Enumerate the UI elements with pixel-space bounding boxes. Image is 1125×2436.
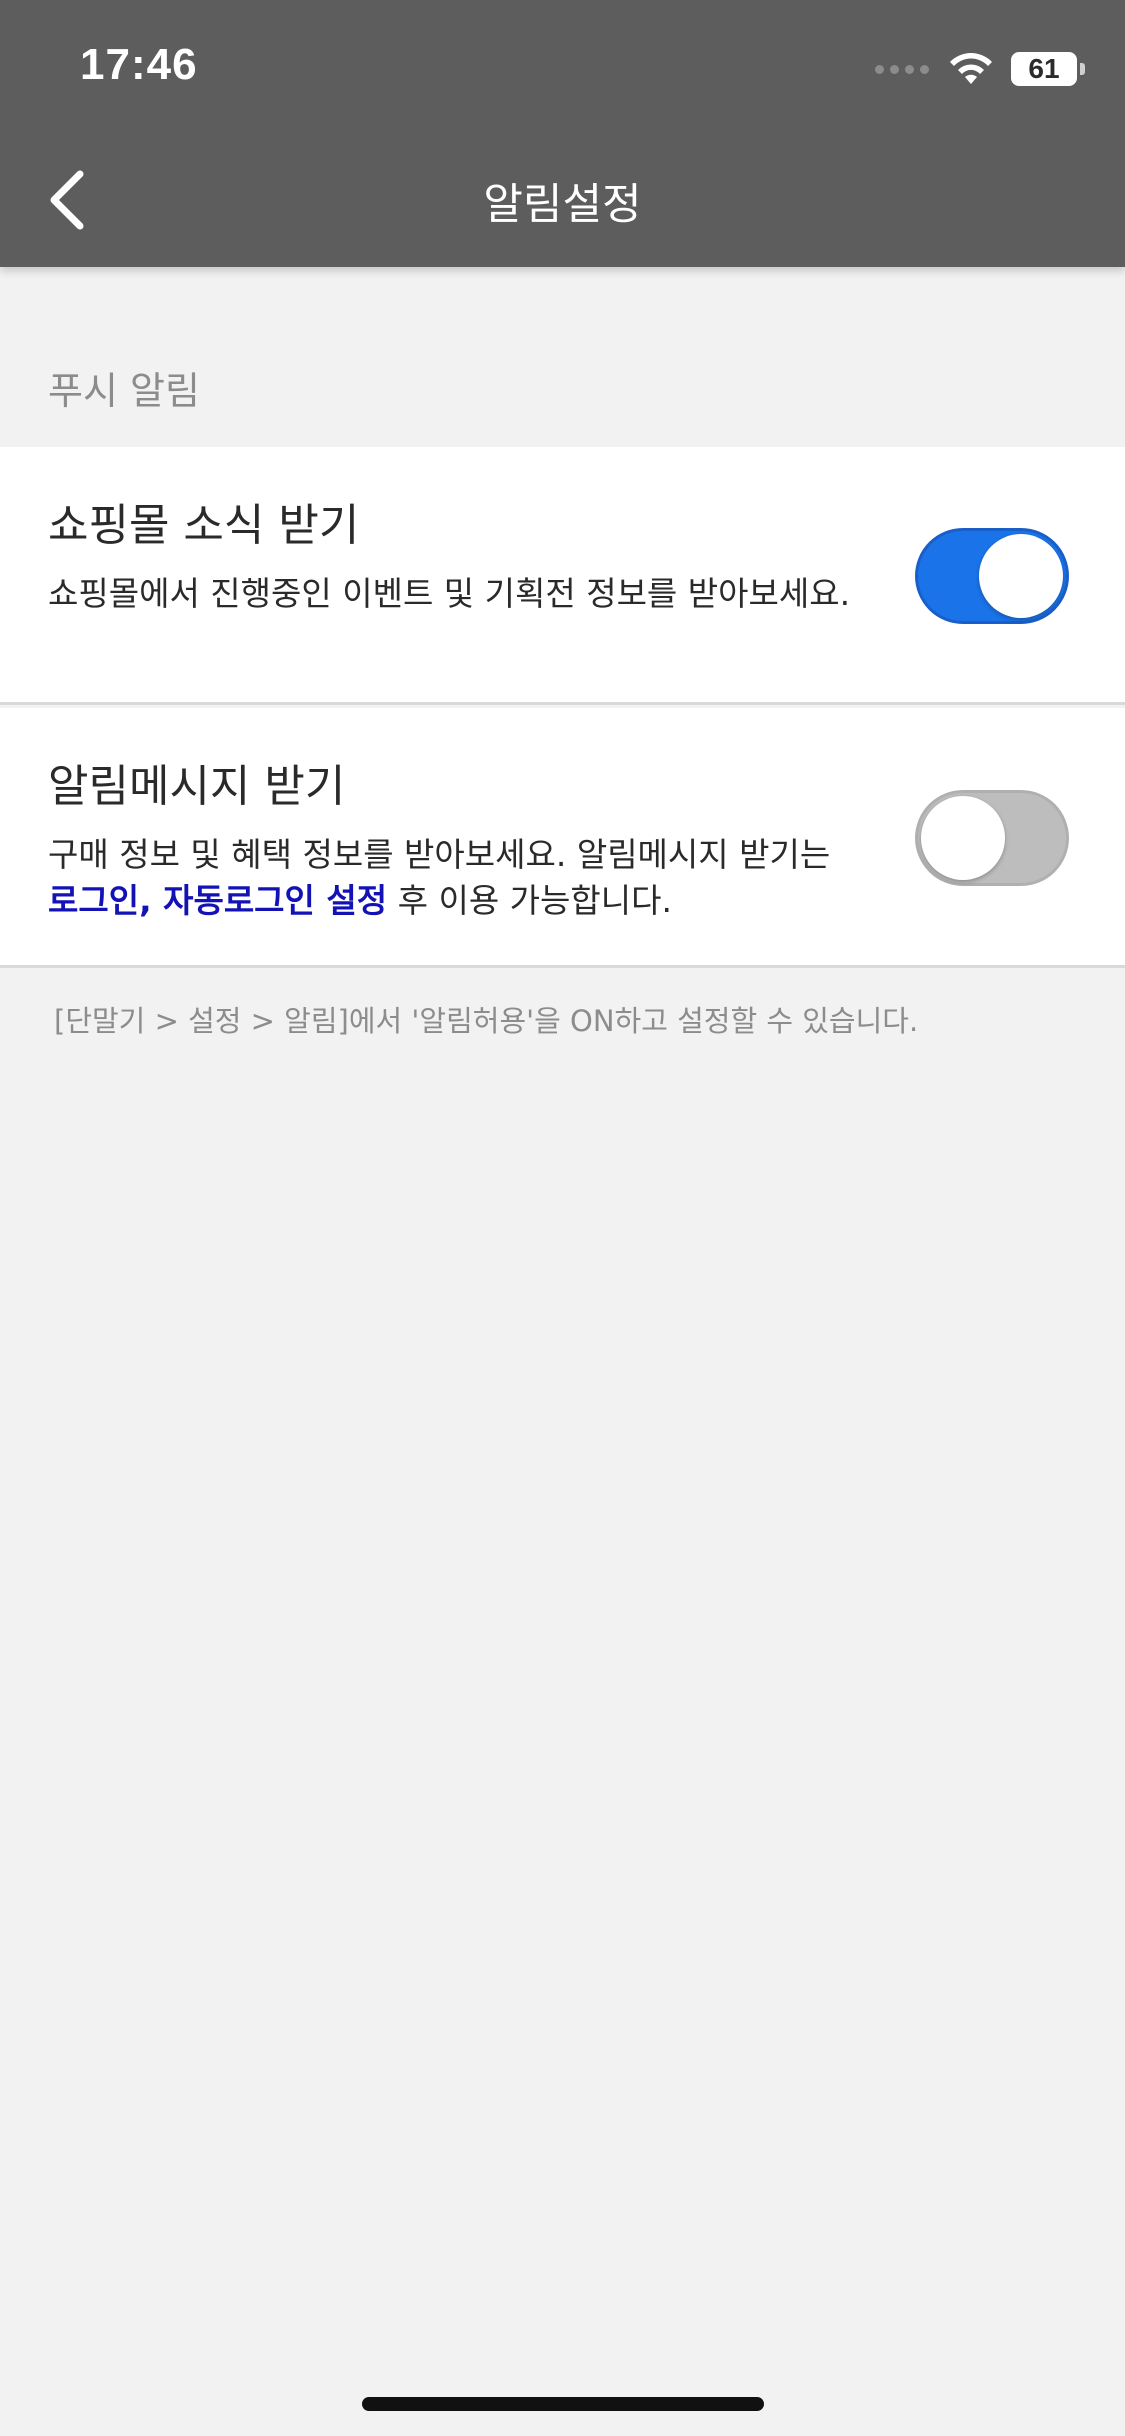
description-suffix: 후 이용 가능합니다. bbox=[387, 881, 672, 920]
description-prefix: 구매 정보 및 혜택 정보를 받아보세요. 알림메시지 받기는 bbox=[48, 835, 831, 874]
wifi-icon bbox=[950, 53, 992, 84]
setting-title: 쇼핑몰 소식 받기 bbox=[48, 500, 360, 551]
signal-dots-icon bbox=[875, 64, 929, 74]
battery-tip bbox=[1080, 63, 1085, 75]
login-settings-link[interactable]: 로그인, 자동로그인 설정 bbox=[48, 881, 387, 920]
shopping-news-toggle[interactable] bbox=[915, 528, 1069, 624]
page-title: 알림설정 bbox=[483, 180, 642, 230]
section-title-push: 푸시 알림 bbox=[48, 369, 200, 413]
footer-note: [단말기 > 설정 > 알림]에서 '알림허용'을 ON하고 설정할 수 있습니… bbox=[54, 1004, 919, 1038]
notification-settings-screen: 17:46 61 알림설정 푸시 알림 쇼핑몰 소식 받기 쇼핑몰에서 진행중인 bbox=[0, 0, 1125, 2436]
setting-description: 구매 정보 및 혜택 정보를 받아보세요. 알림메시지 받기는 로그인, 자동로… bbox=[48, 832, 868, 924]
home-indicator[interactable] bbox=[362, 2397, 764, 2411]
app-header: 17:46 61 알림설정 bbox=[0, 0, 1125, 267]
notification-message-toggle[interactable] bbox=[915, 790, 1069, 886]
setting-description: 쇼핑몰에서 진행중인 이벤트 및 기획전 정보를 받아보세요. bbox=[48, 574, 851, 613]
battery-level: 61 bbox=[1028, 53, 1060, 84]
setting-title: 알림메시지 받기 bbox=[48, 761, 346, 812]
setting-row-notification-message: 알림메시지 받기 구매 정보 및 혜택 정보를 받아보세요. 알림메시지 받기는… bbox=[0, 708, 1125, 968]
battery-icon: 61 bbox=[1011, 52, 1077, 86]
toggle-knob bbox=[921, 796, 1005, 880]
status-icons: 61 bbox=[875, 44, 1085, 94]
toggle-knob bbox=[979, 534, 1063, 618]
setting-row-shopping-news: 쇼핑몰 소식 받기 쇼핑몰에서 진행중인 이벤트 및 기획전 정보를 받아보세요… bbox=[0, 447, 1125, 705]
status-time: 17:46 bbox=[80, 40, 198, 89]
